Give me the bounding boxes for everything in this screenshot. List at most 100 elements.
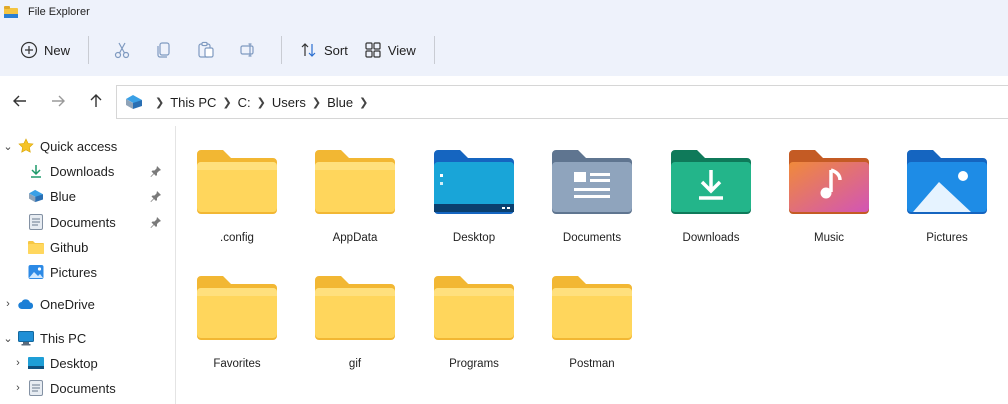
folder-item[interactable]: Music bbox=[774, 126, 884, 246]
pin-icon[interactable] bbox=[150, 190, 162, 205]
folder-name: Favorites bbox=[213, 358, 261, 370]
pin-icon[interactable] bbox=[150, 216, 162, 231]
user-folder-icon bbox=[28, 188, 44, 204]
documents-icon bbox=[28, 380, 44, 396]
rename-icon bbox=[240, 43, 254, 57]
sidebar-item-this-pc[interactable]: ⌄ This PC bbox=[2, 326, 86, 350]
folder-item[interactable]: Downloads bbox=[656, 126, 766, 246]
toolbar-divider bbox=[281, 36, 283, 64]
view-label: View bbox=[387, 42, 416, 58]
folder-name: Music bbox=[813, 232, 845, 244]
sidebar-item-downloads[interactable]: Downloads bbox=[28, 159, 161, 183]
cut-button[interactable] bbox=[105, 34, 139, 66]
toolbar-divider bbox=[433, 36, 435, 64]
computer-icon bbox=[18, 330, 34, 346]
folder-item[interactable]: Programs bbox=[419, 252, 529, 372]
sort-button[interactable]: Sort bbox=[294, 34, 354, 66]
folder-item[interactable]: Documents bbox=[537, 126, 647, 246]
folder-name: AppData bbox=[332, 232, 378, 244]
up-button[interactable] bbox=[82, 87, 110, 115]
sidebar-item-label: Documents bbox=[50, 214, 116, 230]
folder-icon bbox=[552, 276, 632, 340]
chevron-right-icon[interactable]: › bbox=[12, 357, 24, 369]
sidebar-item-blue[interactable]: Blue bbox=[28, 184, 161, 208]
folder-name: Downloads bbox=[682, 232, 740, 244]
new-button[interactable]: New bbox=[14, 34, 76, 66]
user-folder-icon bbox=[125, 94, 143, 110]
command-bar: New Sort View bbox=[0, 24, 1008, 76]
chevron-right-icon[interactable]: › bbox=[2, 298, 14, 310]
folder-item[interactable]: .config bbox=[182, 126, 292, 246]
paste-icon bbox=[198, 41, 214, 58]
folder-item[interactable]: Pictures bbox=[892, 126, 1002, 246]
paste-button[interactable] bbox=[189, 34, 223, 66]
documents-icon bbox=[28, 214, 44, 230]
onedrive-label: OneDrive bbox=[40, 296, 95, 312]
folder-icon bbox=[434, 276, 514, 340]
downloads-folder-icon bbox=[671, 150, 751, 214]
documents-folder-icon bbox=[552, 150, 632, 214]
sidebar-item-pictures[interactable]: Pictures bbox=[28, 260, 97, 284]
chevron-right-icon[interactable]: › bbox=[12, 382, 24, 394]
plus-circle-icon bbox=[20, 41, 38, 59]
window-title: File Explorer bbox=[28, 6, 90, 18]
sidebar-item-pc-documents[interactable]: › Documents bbox=[12, 376, 116, 400]
folder-name: Programs bbox=[449, 358, 499, 370]
folder-icon bbox=[28, 239, 44, 255]
sidebar-item-desktop[interactable]: › Desktop bbox=[12, 351, 98, 375]
new-label: New bbox=[44, 42, 71, 58]
arrow-right-icon bbox=[52, 95, 65, 107]
back-button[interactable] bbox=[6, 87, 34, 115]
view-button[interactable]: View bbox=[358, 34, 422, 66]
sidebar-item-label: Blue bbox=[50, 188, 77, 204]
navigation-pane: ⌄ Quick access Downloads Blue Documents bbox=[0, 126, 176, 404]
folder-item[interactable]: Desktop bbox=[419, 126, 529, 246]
sort-arrows-icon bbox=[301, 43, 316, 57]
folder-icon bbox=[197, 276, 277, 340]
folder-name: Postman bbox=[569, 358, 615, 370]
folder-item[interactable]: Favorites bbox=[182, 252, 292, 372]
cut-icon bbox=[114, 42, 130, 59]
toolbar-divider bbox=[88, 36, 90, 64]
folder-name: Desktop bbox=[452, 232, 496, 244]
sort-label: Sort bbox=[324, 42, 348, 58]
folder-item[interactable]: Postman bbox=[537, 252, 647, 372]
folder-item[interactable]: AppData bbox=[300, 126, 410, 246]
folder-name: Pictures bbox=[926, 232, 968, 244]
sidebar-item-label: Documents bbox=[50, 380, 116, 396]
download-arrow-icon bbox=[28, 163, 44, 179]
folder-view: .config AppData Desktop Documents Downlo… bbox=[178, 126, 1008, 404]
forward-button[interactable] bbox=[44, 87, 72, 115]
sidebar-item-label: Pictures bbox=[50, 264, 97, 280]
breadcrumb-users[interactable]: Users ❯ bbox=[272, 95, 327, 110]
breadcrumb-this-pc[interactable]: This PC ❯ bbox=[170, 95, 237, 110]
folder-name: gif bbox=[348, 358, 362, 370]
pictures-folder-icon bbox=[907, 150, 987, 214]
navigation-bar: ❯ This PC ❯ C: ❯ Users ❯ Blue ❯ bbox=[0, 76, 1008, 126]
breadcrumb-chevron[interactable]: ❯ bbox=[149, 96, 170, 109]
rename-button[interactable] bbox=[231, 34, 265, 66]
desktop-folder-icon bbox=[434, 150, 514, 214]
copy-button[interactable] bbox=[147, 34, 181, 66]
star-icon bbox=[18, 138, 34, 154]
quick-access-label: Quick access bbox=[40, 138, 118, 154]
sidebar-item-label: Github bbox=[50, 239, 89, 255]
sidebar-item-github[interactable]: Github bbox=[28, 235, 88, 259]
sidebar-item-documents[interactable]: Documents bbox=[28, 210, 161, 234]
sidebar-item-quick-access[interactable]: ⌄ Quick access bbox=[2, 134, 117, 158]
copy-icon bbox=[157, 42, 170, 58]
sidebar-item-label: Downloads bbox=[50, 163, 115, 179]
address-bar[interactable]: ❯ This PC ❯ C: ❯ Users ❯ Blue ❯ bbox=[116, 85, 1008, 119]
breadcrumb-blue[interactable]: Blue ❯ bbox=[327, 95, 374, 110]
sidebar-item-label: Desktop bbox=[50, 355, 98, 371]
arrow-left-icon bbox=[13, 95, 26, 107]
folder-icon bbox=[315, 276, 395, 340]
breadcrumb-c-drive[interactable]: C: ❯ bbox=[238, 95, 272, 110]
pin-icon[interactable] bbox=[150, 165, 162, 180]
pictures-icon bbox=[28, 264, 44, 280]
sidebar-item-onedrive[interactable]: › OneDrive bbox=[2, 292, 95, 316]
cloud-icon bbox=[18, 296, 34, 312]
chevron-down-icon[interactable]: ⌄ bbox=[2, 332, 14, 345]
folder-item[interactable]: gif bbox=[300, 252, 410, 372]
chevron-down-icon[interactable]: ⌄ bbox=[2, 140, 14, 153]
